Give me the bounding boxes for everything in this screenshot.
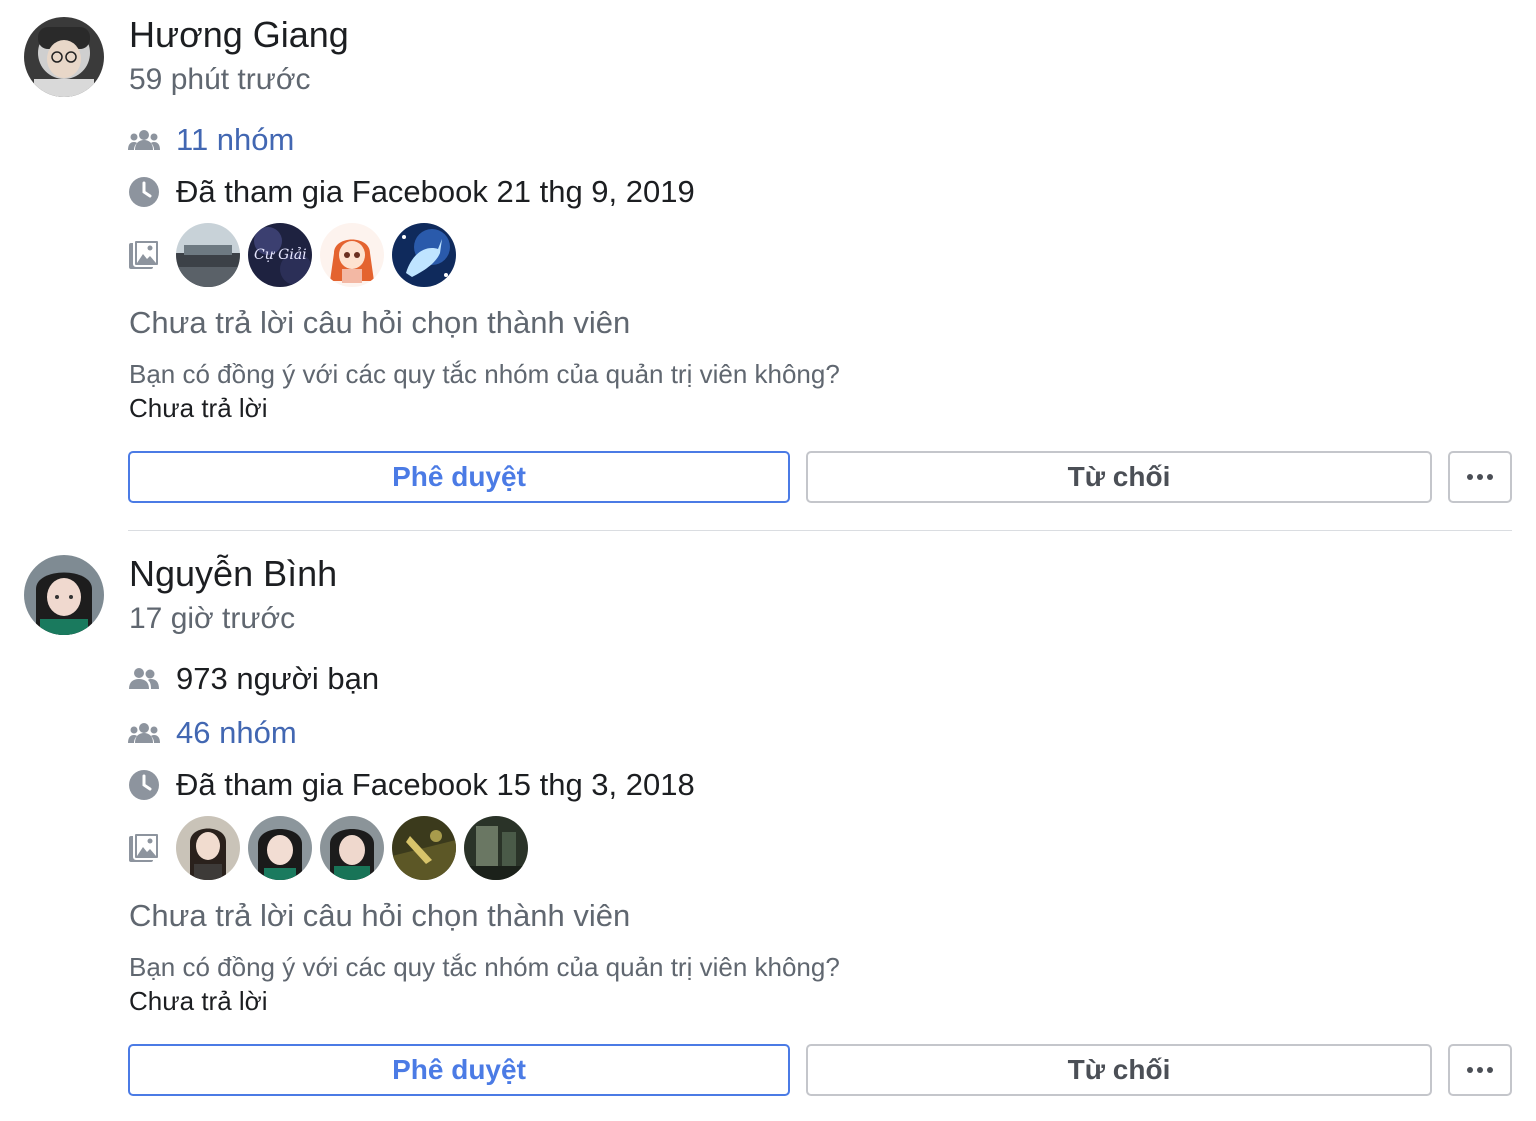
selfie-photo-2-thumbnail[interactable] <box>248 816 312 880</box>
more-icon <box>1467 474 1493 480</box>
group-photo-thumbnail[interactable] <box>176 223 240 287</box>
membership-answer: Chưa trả lời <box>129 986 268 1016</box>
membership-answer: Chưa trả lời <box>129 393 268 423</box>
divider <box>128 530 1512 531</box>
joined-date: Đã tham gia Facebook 15 thg 3, 2018 <box>176 767 695 802</box>
joined-row: Đã tham gia Facebook 21 thg 9, 2019 <box>128 172 695 212</box>
request-time: 17 giờ trước <box>129 602 296 635</box>
photos-row: Cự Giải <box>128 223 464 287</box>
groups-count-link[interactable]: 11 nhóm <box>176 122 294 158</box>
more-options-button[interactable] <box>1448 1044 1512 1096</box>
selfie-photo-1-thumbnail[interactable] <box>176 816 240 880</box>
decline-button[interactable]: Từ chối <box>806 1044 1432 1096</box>
approve-button[interactable]: Phê duyệt <box>128 1044 790 1096</box>
more-options-button[interactable] <box>1448 451 1512 503</box>
avatar[interactable] <box>24 555 104 635</box>
photos-row <box>128 816 536 880</box>
membership-question: Bạn có đồng ý với các quy tắc nhóm của q… <box>129 359 840 389</box>
avatar[interactable] <box>24 17 104 97</box>
membership-question: Bạn có đồng ý với các quy tắc nhóm của q… <box>129 952 840 982</box>
groups-row[interactable]: 11 nhóm <box>128 120 294 160</box>
joined-date: Đã tham gia Facebook 21 thg 9, 2019 <box>176 174 695 209</box>
groups-icon <box>128 717 160 749</box>
decline-button[interactable]: Từ chối <box>806 451 1432 503</box>
more-icon <box>1467 1067 1493 1073</box>
clock-icon <box>128 176 160 208</box>
dark-photo-thumbnail[interactable] <box>464 816 528 880</box>
friends-icon <box>128 663 160 695</box>
cu-giai-photo-thumbnail[interactable]: Cự Giải <box>248 223 312 287</box>
friends-row: 973 người bạn <box>128 659 379 699</box>
selfie-photo-3-thumbnail[interactable] <box>320 816 384 880</box>
friends-count: 973 người bạn <box>176 661 380 696</box>
approve-label: Phê duyệt <box>392 461 526 492</box>
outdoor-photo-thumbnail[interactable] <box>392 816 456 880</box>
svg-text:Cự Giải: Cự Giải <box>254 246 307 263</box>
decline-label: Từ chối <box>1067 1054 1171 1085</box>
clock-icon <box>128 769 160 801</box>
approve-label: Phê duyệt <box>392 1054 526 1085</box>
question-status: Chưa trả lời câu hỏi chọn thành viên <box>129 305 631 340</box>
question-status: Chưa trả lời câu hỏi chọn thành viên <box>129 898 631 933</box>
groups-row[interactable]: 46 nhóm <box>128 713 297 753</box>
unicorn-photo-thumbnail[interactable] <box>392 223 456 287</box>
groups-icon <box>128 124 160 156</box>
member-name[interactable]: Hương Giang <box>129 15 349 55</box>
decline-label: Từ chối <box>1067 461 1171 492</box>
request-time: 59 phút trước <box>129 63 311 96</box>
joined-row: Đã tham gia Facebook 15 thg 3, 2018 <box>128 765 695 805</box>
photos-icon <box>128 239 160 271</box>
groups-count-link[interactable]: 46 nhóm <box>176 715 297 751</box>
approve-button[interactable]: Phê duyệt <box>128 451 790 503</box>
anime-girl-photo-thumbnail[interactable] <box>320 223 384 287</box>
photos-icon <box>128 832 160 864</box>
member-name[interactable]: Nguyễn Bình <box>129 554 337 594</box>
